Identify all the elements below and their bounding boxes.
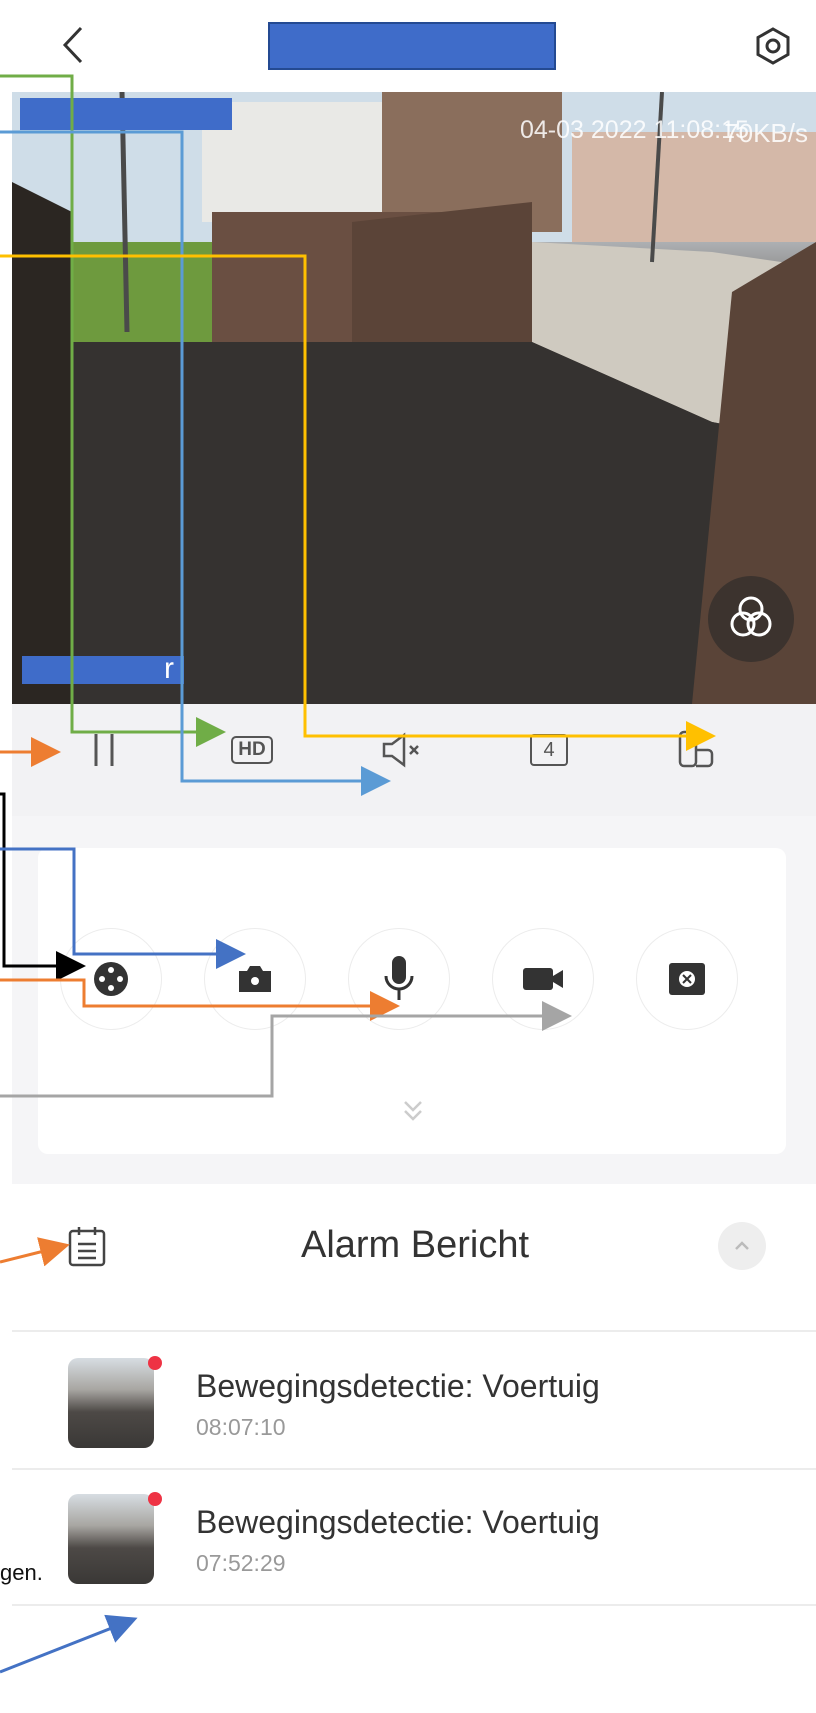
- live-video-feed[interactable]: 04-03 2022 11:08:15 70KB/s r: [12, 92, 816, 704]
- preset-button[interactable]: [636, 928, 738, 1030]
- chevron-up-icon[interactable]: [718, 1222, 766, 1270]
- bitrate-label: 70KB/s: [724, 118, 808, 148]
- chevron-left-icon[interactable]: [55, 20, 95, 70]
- chevron-double-down-icon[interactable]: [398, 1096, 428, 1126]
- video-timestamp: 04-03 2022 11:08:15: [520, 116, 749, 144]
- alarm-section-title: Alarm Bericht: [300, 1224, 530, 1266]
- annotation-text-fragment: gen.: [0, 1560, 43, 1585]
- split-screen-button[interactable]: 4: [519, 720, 579, 780]
- hd-label: HD: [231, 736, 273, 764]
- unread-dot: [148, 1492, 162, 1506]
- alarm-item-time: 07:52:29: [196, 1550, 286, 1576]
- video-record-icon: [523, 968, 563, 990]
- settings-icon[interactable]: [753, 26, 793, 66]
- rotate-screen-icon[interactable]: [666, 720, 726, 780]
- unread-dot: [148, 1356, 162, 1370]
- camera-name-label: r: [164, 652, 174, 685]
- ptz-control-button[interactable]: [60, 928, 162, 1030]
- speaker-muted-icon[interactable]: [372, 720, 432, 780]
- page-title-redacted: [268, 22, 556, 70]
- camera-snapshot-icon: [239, 966, 271, 992]
- pause-icon[interactable]: [74, 720, 134, 780]
- preset-target-icon: [669, 963, 705, 995]
- three-circles-icon[interactable]: [708, 576, 794, 662]
- alarm-thumbnail: [68, 1358, 154, 1448]
- divider: [12, 1330, 816, 1332]
- alarm-item-title: Bewegingsdetectie: Voertuig: [196, 1368, 600, 1404]
- calendar-icon[interactable]: [66, 1224, 108, 1270]
- ptz-control-icon: [94, 962, 128, 996]
- talk-button[interactable]: [348, 928, 450, 1030]
- split-count-label: 4: [530, 734, 568, 766]
- microphone-icon: [384, 956, 414, 1000]
- alarm-item-title: Bewegingsdetectie: Voertuig: [196, 1504, 600, 1540]
- alarm-item-time: 08:07:10: [196, 1414, 286, 1440]
- snapshot-button[interactable]: [204, 928, 306, 1030]
- redacted-camera-name: [22, 656, 184, 684]
- alarm-thumbnail: [68, 1494, 154, 1584]
- alarm-list-item[interactable]: Bewegingsdetectie: Voertuig 08:07:10: [12, 1334, 816, 1468]
- hd-quality-button[interactable]: HD: [222, 720, 282, 780]
- redacted-overlay: [20, 98, 232, 130]
- playback-control-bar: HD 4: [12, 704, 816, 816]
- record-button[interactable]: [492, 928, 594, 1030]
- divider: [12, 1604, 816, 1606]
- alarm-list-item[interactable]: Bewegingsdetectie: Voertuig 07:52:29: [12, 1470, 816, 1604]
